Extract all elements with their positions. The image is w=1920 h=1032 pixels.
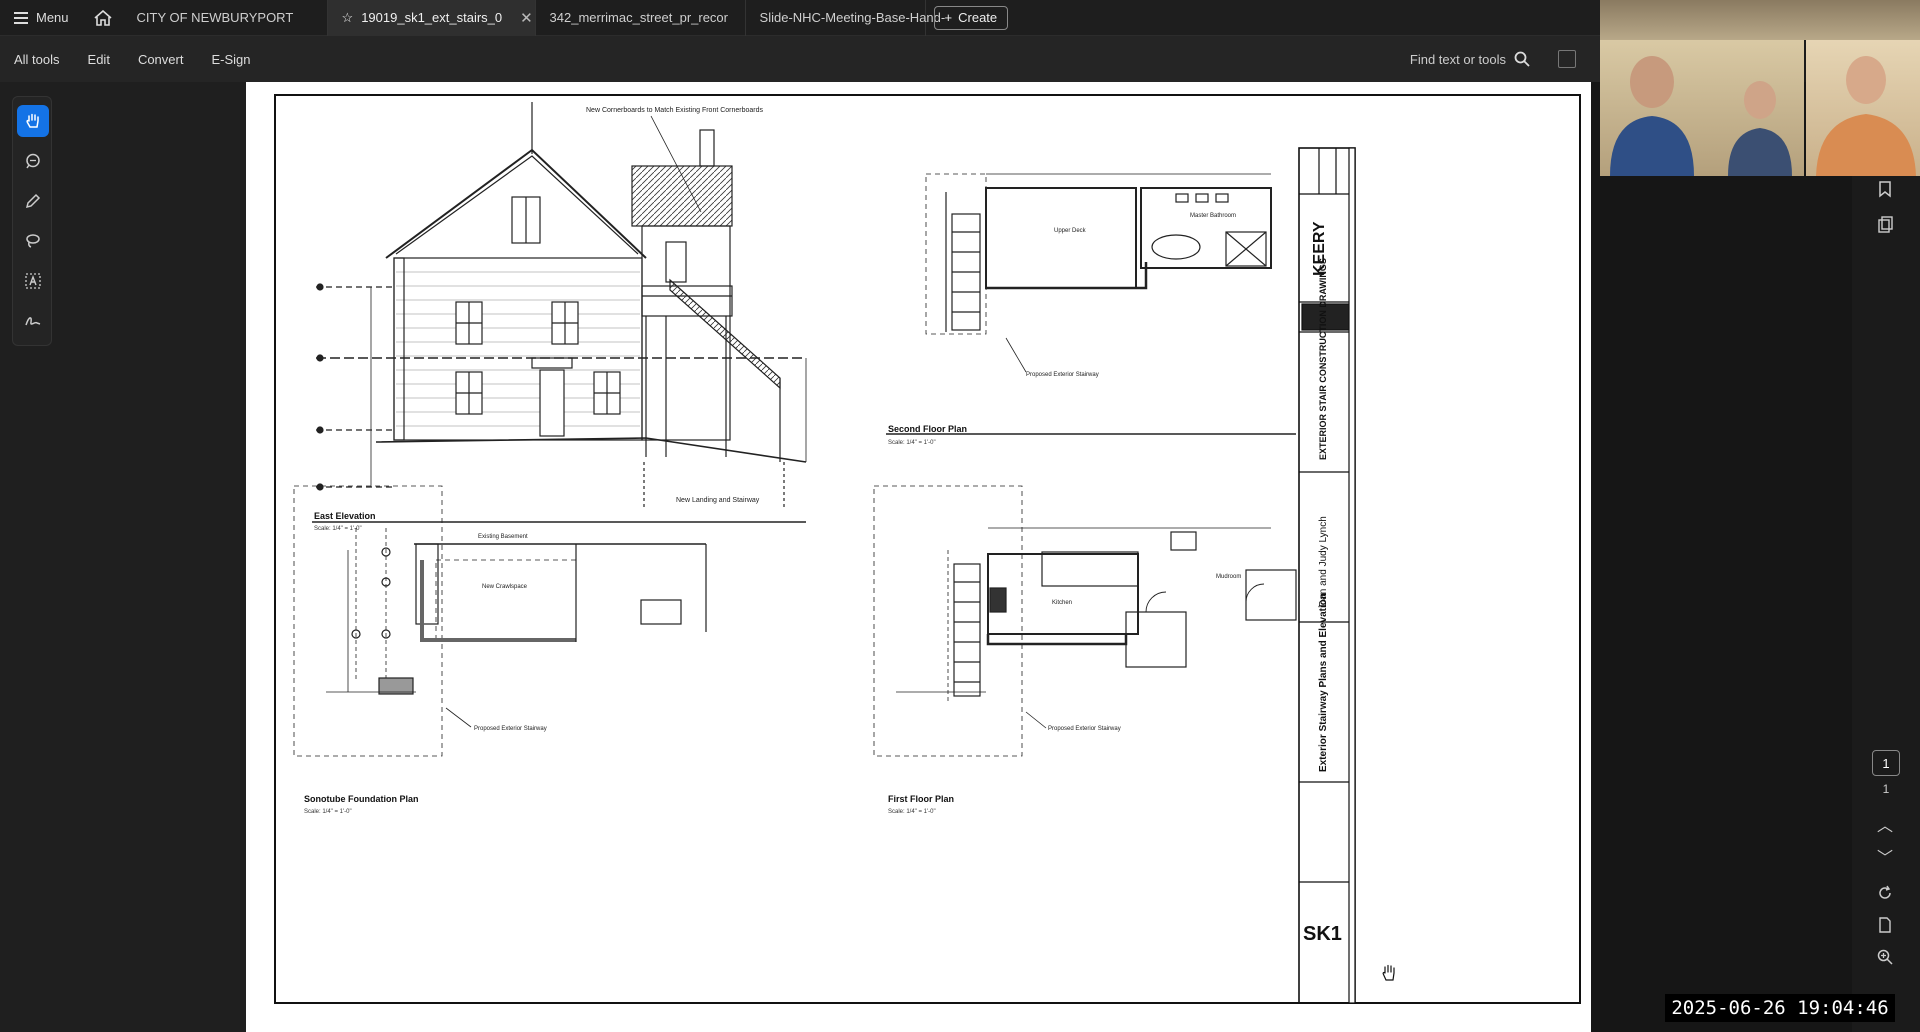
foundation-scale: Scale: 1/4" = 1'-0": [304, 809, 352, 815]
find-tools[interactable]: Find text or tools: [1410, 36, 1530, 82]
note-proposed-stair-3: Proposed Exterior Stairway: [1048, 726, 1121, 732]
tab-active-document[interactable]: ☆ 19019_sk1_ext_stairs_0 ✕: [327, 0, 536, 36]
architectural-drawing: New Cornerboards to Match Existing Front…: [274, 94, 1581, 1004]
person-icon: [1816, 56, 1916, 176]
home-button[interactable]: [83, 0, 123, 36]
east-elevation: [312, 102, 807, 523]
first-floor-scale: Scale: 1/4" = 1'-0": [888, 809, 936, 815]
viewer-margin: [1591, 82, 1852, 1032]
menu-label: Menu: [36, 10, 69, 25]
lasso-tool[interactable]: [17, 225, 49, 257]
star-icon[interactable]: ☆: [342, 10, 354, 26]
room-upper-deck: Upper Deck: [1054, 228, 1087, 234]
right-rail: 1 1 ︿ ﹀: [1852, 176, 1920, 1032]
sign-tool[interactable]: [17, 305, 49, 337]
room-crawlspace: New Crawlspace: [482, 584, 528, 590]
toolbar-convert[interactable]: Convert: [124, 52, 198, 67]
video-feed-participant-2: [1806, 40, 1920, 176]
toolbar-edit[interactable]: Edit: [74, 52, 124, 67]
search-icon: [1514, 51, 1530, 67]
save-icon[interactable]: [1558, 50, 1576, 68]
room-master-bathroom: Master Bathroom: [1190, 213, 1236, 219]
note-proposed-stair-2: Proposed Exterior Stairway: [474, 726, 547, 732]
comment-tool[interactable]: [17, 145, 49, 177]
room-kitchen: Kitchen: [1052, 600, 1072, 606]
menu-button[interactable]: Menu: [0, 0, 83, 36]
chevron-up-icon[interactable]: ︿: [1874, 812, 1896, 835]
tab-label: CITY OF NEWBURYPORT: [136, 10, 294, 25]
hamburger-icon: [14, 11, 28, 24]
hand-tool[interactable]: [17, 105, 49, 137]
tab-label: 19019_sk1_ext_stairs_0: [361, 10, 503, 25]
video-feed-room: [1600, 0, 1920, 40]
room-existing-basement: Existing Basement: [478, 534, 528, 540]
first-floor-title: First Floor Plan: [888, 794, 954, 804]
titleblock-sheet-title: Exterior Stairway Plans and Elevation: [1318, 593, 1329, 772]
tool-rail: [12, 96, 52, 346]
tab-label: Slide-NHC-Meeting-Base-Hand-: [759, 10, 946, 25]
titleblock-sheet-number: SK1: [1303, 923, 1342, 945]
find-label: Find text or tools: [1409, 51, 1506, 67]
titleblock-project-type: EXTERIOR STAIR CONSTRUCTION DRAWINGS: [1318, 258, 1328, 460]
foundation-title: Sonotube Foundation Plan: [304, 794, 419, 804]
tab-label: 342_merrimac_street_pr_recor: [549, 10, 728, 25]
second-floor-title: Second Floor Plan: [888, 424, 967, 434]
document-icon[interactable]: [1874, 916, 1896, 938]
east-elevation-scale: Scale: 1/4" = 1'-0": [314, 526, 362, 532]
current-page-box[interactable]: 1: [1872, 750, 1900, 776]
note-proposed-stair-1: Proposed Exterior Stairway: [1026, 372, 1099, 378]
toolbar-esign[interactable]: E-Sign: [197, 52, 264, 67]
note-landing: New Landing and Stairway: [676, 497, 760, 504]
tab-city-of-newburyport[interactable]: CITY OF NEWBURYPORT: [123, 0, 328, 36]
note-cornerboards: New Cornerboards to Match Existing Front…: [586, 107, 764, 114]
toolbar-all-tools[interactable]: All tools: [0, 52, 74, 67]
document-viewport[interactable]: New Cornerboards to Match Existing Front…: [246, 82, 1591, 1032]
east-elevation-title: East Elevation: [314, 511, 376, 521]
bookmark-icon[interactable]: [1874, 180, 1896, 202]
tab-merrimac-street[interactable]: 342_merrimac_street_pr_recor: [536, 0, 746, 36]
second-floor-scale: Scale: 1/4" = 1'-0": [888, 440, 936, 446]
create-label: Create: [958, 10, 998, 25]
video-feed-participant-1: [1600, 40, 1804, 176]
toolbar: All tools Edit Convert E-Sign Find text …: [0, 36, 1600, 82]
text-tool[interactable]: [17, 265, 49, 297]
first-floor-plan: [873, 485, 1297, 757]
page-count: 1: [1882, 782, 1890, 796]
signature-icon: [25, 317, 41, 326]
pencil-icon: [25, 193, 41, 209]
create-button[interactable]: + Create: [933, 5, 1009, 30]
room-mudroom: Mudroom: [1216, 574, 1241, 580]
refresh-icon[interactable]: [1874, 884, 1896, 906]
person-icon: [1610, 56, 1792, 176]
tab-slide-nhc-meeting[interactable]: Slide-NHC-Meeting-Base-Hand-: [746, 0, 945, 36]
close-tab-icon[interactable]: ✕: [520, 9, 533, 27]
hand-cursor-icon: [1380, 963, 1398, 988]
home-icon: [94, 9, 112, 26]
pdf-page: New Cornerboards to Match Existing Front…: [246, 82, 1591, 1032]
pages-icon[interactable]: [1874, 216, 1896, 238]
plus-icon: +: [944, 10, 953, 25]
hand-icon: [26, 113, 39, 128]
draw-tool[interactable]: [17, 185, 49, 217]
zoom-in-icon[interactable]: [1874, 948, 1896, 970]
video-timestamp: 2025-06-26 19:04:46: [1665, 994, 1895, 1022]
current-page: 1: [1882, 755, 1890, 771]
chevron-down-icon[interactable]: ﹀: [1874, 844, 1896, 867]
text-box-icon: [25, 273, 41, 289]
app-window: Menu CITY OF NEWBURYPORT ☆ 19019_sk1_ext…: [0, 0, 1920, 1032]
lasso-icon: [26, 234, 40, 248]
comment-icon: [26, 153, 40, 169]
